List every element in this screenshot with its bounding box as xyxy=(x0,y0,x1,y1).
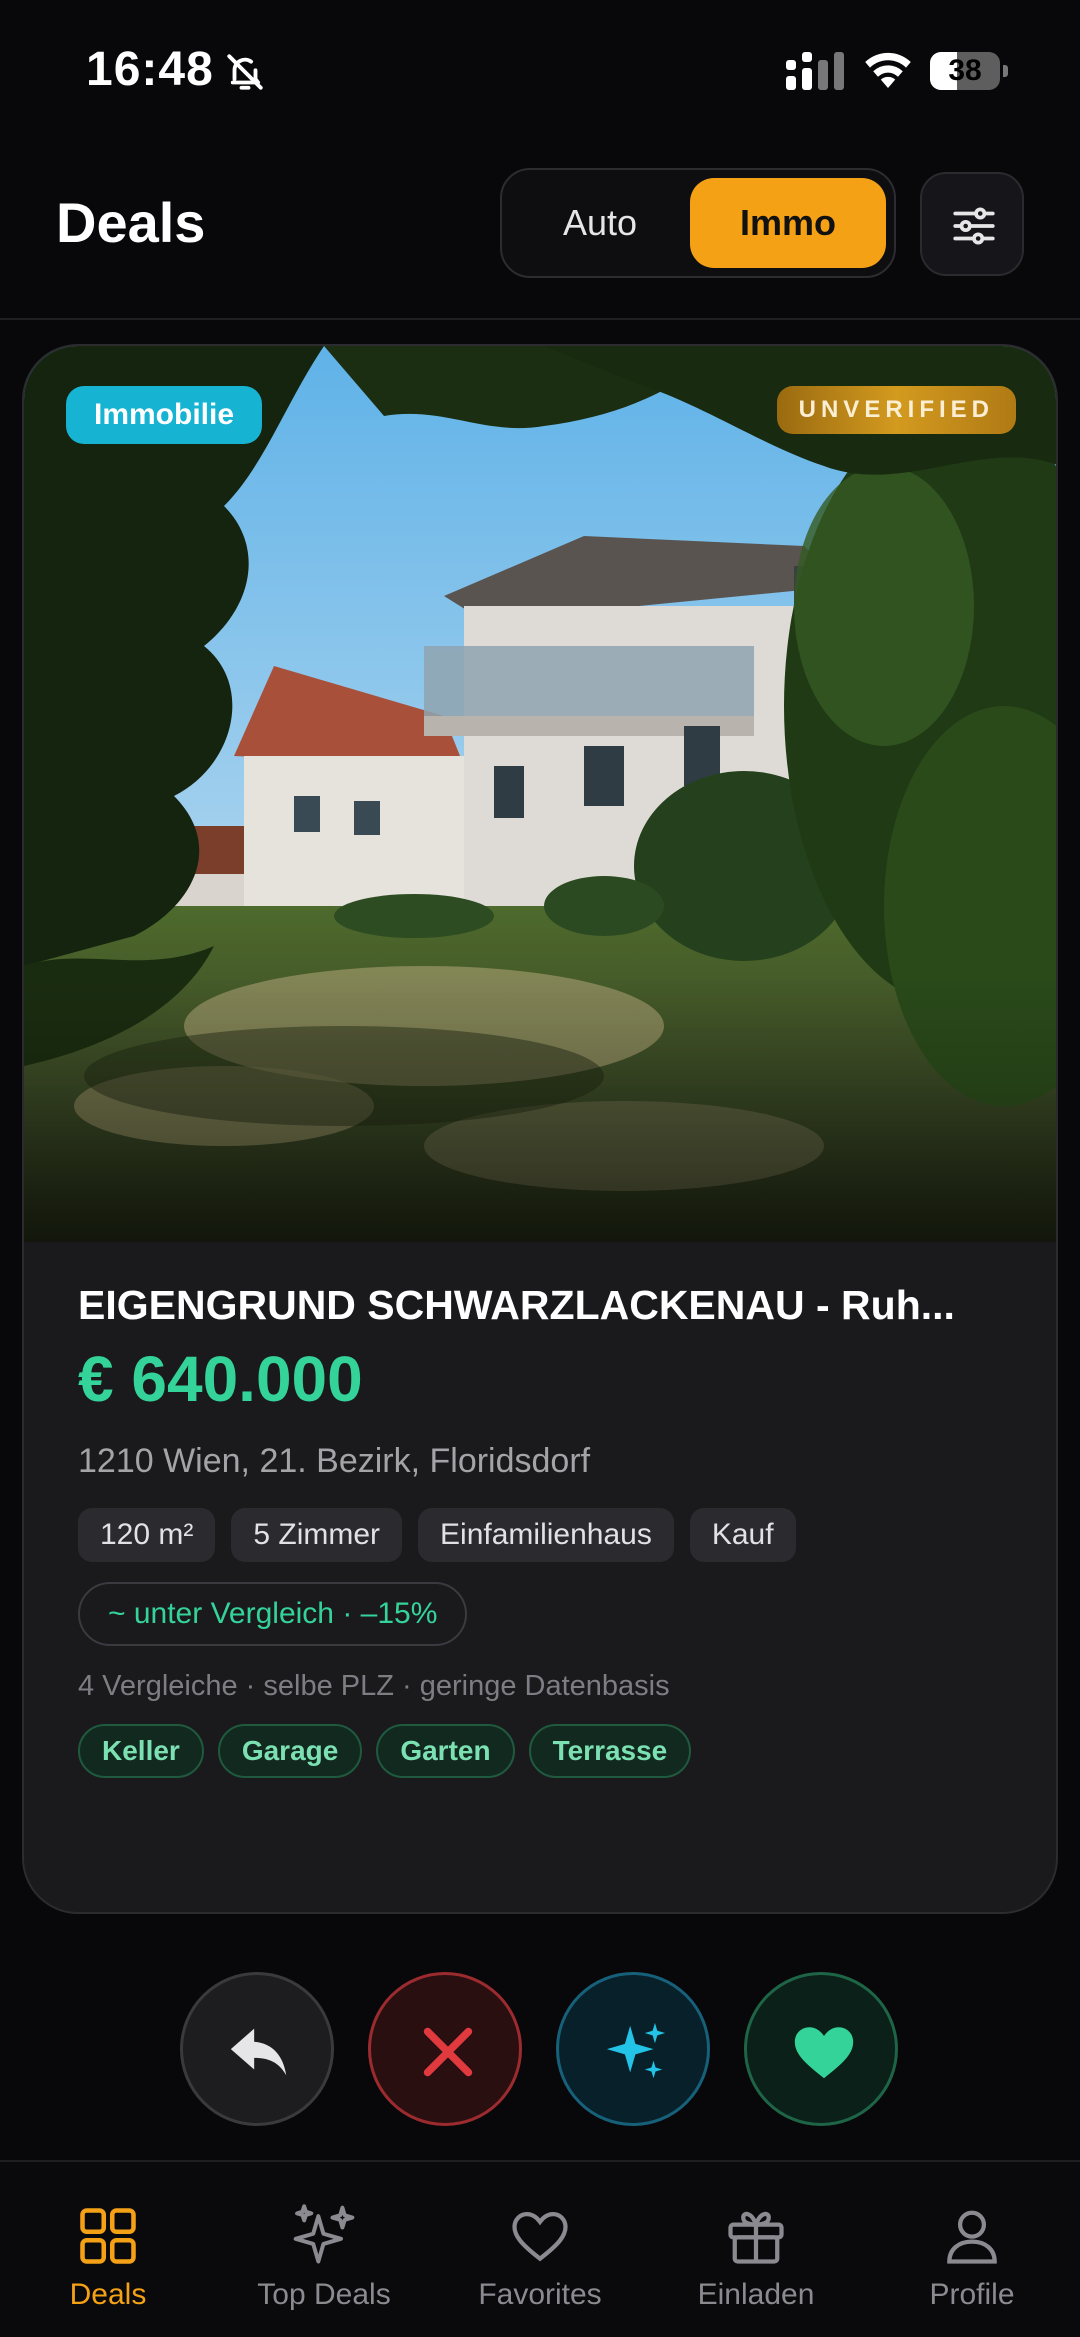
header: Deals Auto Immo xyxy=(0,160,1080,320)
tab-einladen[interactable]: Einladen xyxy=(648,2202,864,2322)
segment-auto[interactable]: Auto xyxy=(512,178,688,268)
page-title: Deals xyxy=(56,191,206,254)
user-icon xyxy=(947,2210,997,2264)
attribute-chip: 120 m² xyxy=(78,1508,216,1562)
filter-button[interactable] xyxy=(920,172,1024,276)
wifi-icon xyxy=(865,52,911,88)
tab-label: Favorites xyxy=(478,2278,602,2311)
listing-location: 1210 Wien, 21. Bezirk, Floridsdorf xyxy=(78,1442,591,1480)
app-screen: 16:48 38 Deals Auto Immo Immobilie UNVER… xyxy=(0,0,1080,2337)
price-comparison-pill: ~ unter Vergleich · –15% xyxy=(78,1582,468,1646)
heart-icon xyxy=(512,2212,568,2262)
tab-label: Profile xyxy=(929,2278,1015,2311)
feature-tag: Terrasse xyxy=(528,1724,692,1778)
attribute-chip: Einfamilienhaus xyxy=(418,1508,674,1562)
tab-favorites[interactable]: Favorites xyxy=(432,2202,648,2322)
feature-tags: Keller Garage Garten Terrasse xyxy=(78,1724,692,1778)
close-icon xyxy=(423,2027,473,2077)
feature-tag: Keller xyxy=(78,1724,204,1778)
sparkles-icon xyxy=(606,2022,666,2079)
listing-title: EIGENGRUND SCHWARZLACKENAU - Ruh... xyxy=(78,1282,955,1328)
tab-label: Top Deals xyxy=(257,2278,391,2311)
feature-tag: Garage xyxy=(217,1724,363,1778)
reject-button[interactable] xyxy=(368,1972,522,2126)
listing-card[interactable]: Immobilie UNVERIFIED EIGENGRUND SCHWARZL… xyxy=(22,344,1058,1914)
battery-level: 38 xyxy=(948,54,982,87)
attribute-chip: Kauf xyxy=(689,1508,796,1562)
super-like-button[interactable] xyxy=(556,1972,710,2126)
attribute-chip: 5 Zimmer xyxy=(231,1508,403,1562)
heart-icon xyxy=(794,2027,854,2079)
tab-bar: Deals Top Deals Favorites Einladen Profi… xyxy=(0,2160,1080,2337)
segment-immo[interactable]: Immo xyxy=(690,178,886,268)
category-badge: Immobilie xyxy=(66,386,263,444)
tab-profile[interactable]: Profile xyxy=(864,2202,1080,2322)
feature-tag: Garten xyxy=(376,1724,515,1778)
tab-label: Einladen xyxy=(697,2278,815,2311)
listing-photo xyxy=(24,346,1056,1242)
undo-button[interactable] xyxy=(180,1972,334,2126)
verification-badge: UNVERIFIED xyxy=(776,386,1016,434)
gift-icon xyxy=(728,2211,784,2264)
swipe-actions xyxy=(0,1972,1080,2128)
undo-icon xyxy=(230,2028,287,2076)
sliders-icon xyxy=(953,207,995,245)
like-button[interactable] xyxy=(744,1972,898,2126)
comparison-note: 4 Vergleiche · selbe PLZ · geringe Daten… xyxy=(78,1670,670,1702)
status-bar: 16:48 38 xyxy=(0,0,1080,140)
grid-icon xyxy=(80,2208,136,2264)
cellular-signal-icon xyxy=(786,52,844,90)
battery-indicator: 38 xyxy=(930,52,1008,90)
bell-off-icon xyxy=(227,54,263,90)
tab-label: Deals xyxy=(69,2278,147,2311)
status-time: 16:48 xyxy=(86,43,214,96)
attribute-chips: 120 m² 5 Zimmer Einfamilienhaus Kauf xyxy=(78,1508,796,1562)
sparkles-icon xyxy=(293,2204,355,2264)
listing-price: € 640.000 xyxy=(78,1343,363,1415)
category-segmented-control: Auto Immo xyxy=(500,168,896,278)
tab-deals[interactable]: Deals xyxy=(0,2202,216,2322)
tab-top-deals[interactable]: Top Deals xyxy=(216,2202,432,2322)
